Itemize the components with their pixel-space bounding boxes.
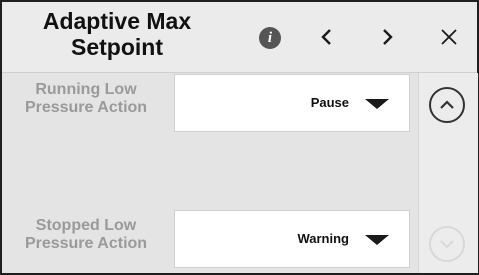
dropdown-value: Warning: [297, 231, 349, 246]
setting-row-stopped-low-pressure: Stopped Low Pressure Action Warning: [2, 209, 418, 271]
chevron-up-icon: [440, 100, 454, 109]
stopped-low-pressure-action-dropdown[interactable]: Warning: [174, 210, 410, 268]
dropdown-value: Pause: [310, 95, 349, 110]
setting-row-running-low-pressure: Running Low Pressure Action Pause: [2, 73, 418, 135]
scroll-up-button[interactable]: [429, 87, 465, 123]
chevron-down-icon: [440, 240, 454, 249]
scroll-panel: [418, 73, 478, 273]
dialog-header: Adaptive Max Setpoint i: [2, 2, 477, 73]
caret-down-icon: [365, 99, 389, 109]
setting-label: Running Low Pressure Action: [24, 81, 148, 116]
running-low-pressure-action-dropdown[interactable]: Pause: [174, 74, 410, 132]
chevron-right-icon: [383, 29, 393, 45]
next-button[interactable]: [370, 20, 404, 54]
chevron-left-icon: [321, 29, 331, 45]
info-icon[interactable]: i: [259, 27, 281, 49]
setting-label: Stopped Low Pressure Action: [24, 217, 148, 252]
settings-list: Running Low Pressure Action Pause Stoppe…: [2, 73, 418, 273]
page-title: Adaptive Max Setpoint: [42, 8, 192, 60]
dialog-window: Adaptive Max Setpoint i Running Low Pres…: [0, 0, 479, 275]
scroll-down-button[interactable]: [429, 226, 465, 262]
previous-button[interactable]: [310, 20, 344, 54]
close-icon: [441, 29, 457, 45]
caret-down-icon: [365, 235, 389, 245]
close-button[interactable]: [432, 20, 466, 54]
